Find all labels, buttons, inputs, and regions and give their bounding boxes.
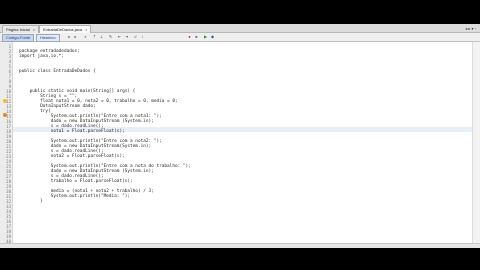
back-icon[interactable]: ◂ [66, 34, 71, 39]
warning-icon[interactable] [3, 113, 7, 117]
editor-tab-strip: Página Inicial × EntradaDeDados.java × ◂ ▸… [0, 24, 480, 33]
vertical-scrollbar[interactable] [472, 42, 480, 248]
code-line[interactable]: } [19, 199, 43, 204]
search-icon[interactable]: ⌕ [83, 34, 88, 39]
tab-label: Página Inicial [6, 27, 30, 32]
tab-navigation[interactable]: ◂ ▸ ▾ ▫ [465, 25, 476, 32]
stop-macro-icon[interactable]: ■ [194, 34, 199, 39]
code-line[interactable]: trabalho = Float.parseFloat(s); [19, 179, 133, 184]
tab-label: Histórico [40, 35, 56, 40]
shift-left-icon[interactable]: ⇤ [117, 34, 122, 39]
toggle-highlight-icon[interactable]: ✎ [108, 34, 113, 39]
shift-right-icon[interactable]: ⇥ [124, 34, 129, 39]
next-occurrence-icon[interactable]: ⇣ [99, 34, 104, 39]
code-line[interactable]: import java.io.*; [19, 54, 64, 59]
tab-entradadedados[interactable]: EntradaDeDados.java × [39, 25, 92, 33]
run-marker-icon[interactable] [3, 99, 7, 103]
status-bar [0, 243, 480, 248]
tab-source[interactable]: Código-Fonte [2, 34, 35, 42]
uncomment-icon[interactable]: / [140, 34, 145, 39]
run-icon[interactable]: ▶ [203, 34, 208, 39]
close-icon[interactable]: × [85, 27, 87, 32]
forward-icon[interactable]: ▸ [73, 34, 78, 39]
comment-icon[interactable]: // [133, 34, 138, 39]
ide-window: Página Inicial × EntradaDeDados.java × ◂ ▸… [0, 24, 480, 248]
tab-label: EntradaDeDados.java [43, 27, 83, 32]
record-macro-icon[interactable]: ● [187, 34, 192, 39]
code-line[interactable]: nota2 = Float.parseFloat(s); [19, 154, 125, 159]
code-line[interactable]: public class EntradaDeDados { [19, 69, 96, 74]
tab-label: Código-Fonte [6, 35, 31, 40]
code-line[interactable]: nota1 = Float.parseFloat(s); [19, 129, 125, 134]
debug-icon[interactable]: ◆ [210, 34, 215, 39]
editor-toolbar: Código-Fonte Histórico ◂ ▸ ⌕ ⇡ ⇣ ✎ ⇤ ⇥ /… [0, 33, 480, 42]
tab-start-page[interactable]: Página Inicial × [2, 25, 40, 33]
close-icon[interactable]: × [33, 27, 35, 32]
prev-occurrence-icon[interactable]: ⇡ [92, 34, 97, 39]
tab-history[interactable]: Histórico [36, 34, 60, 42]
